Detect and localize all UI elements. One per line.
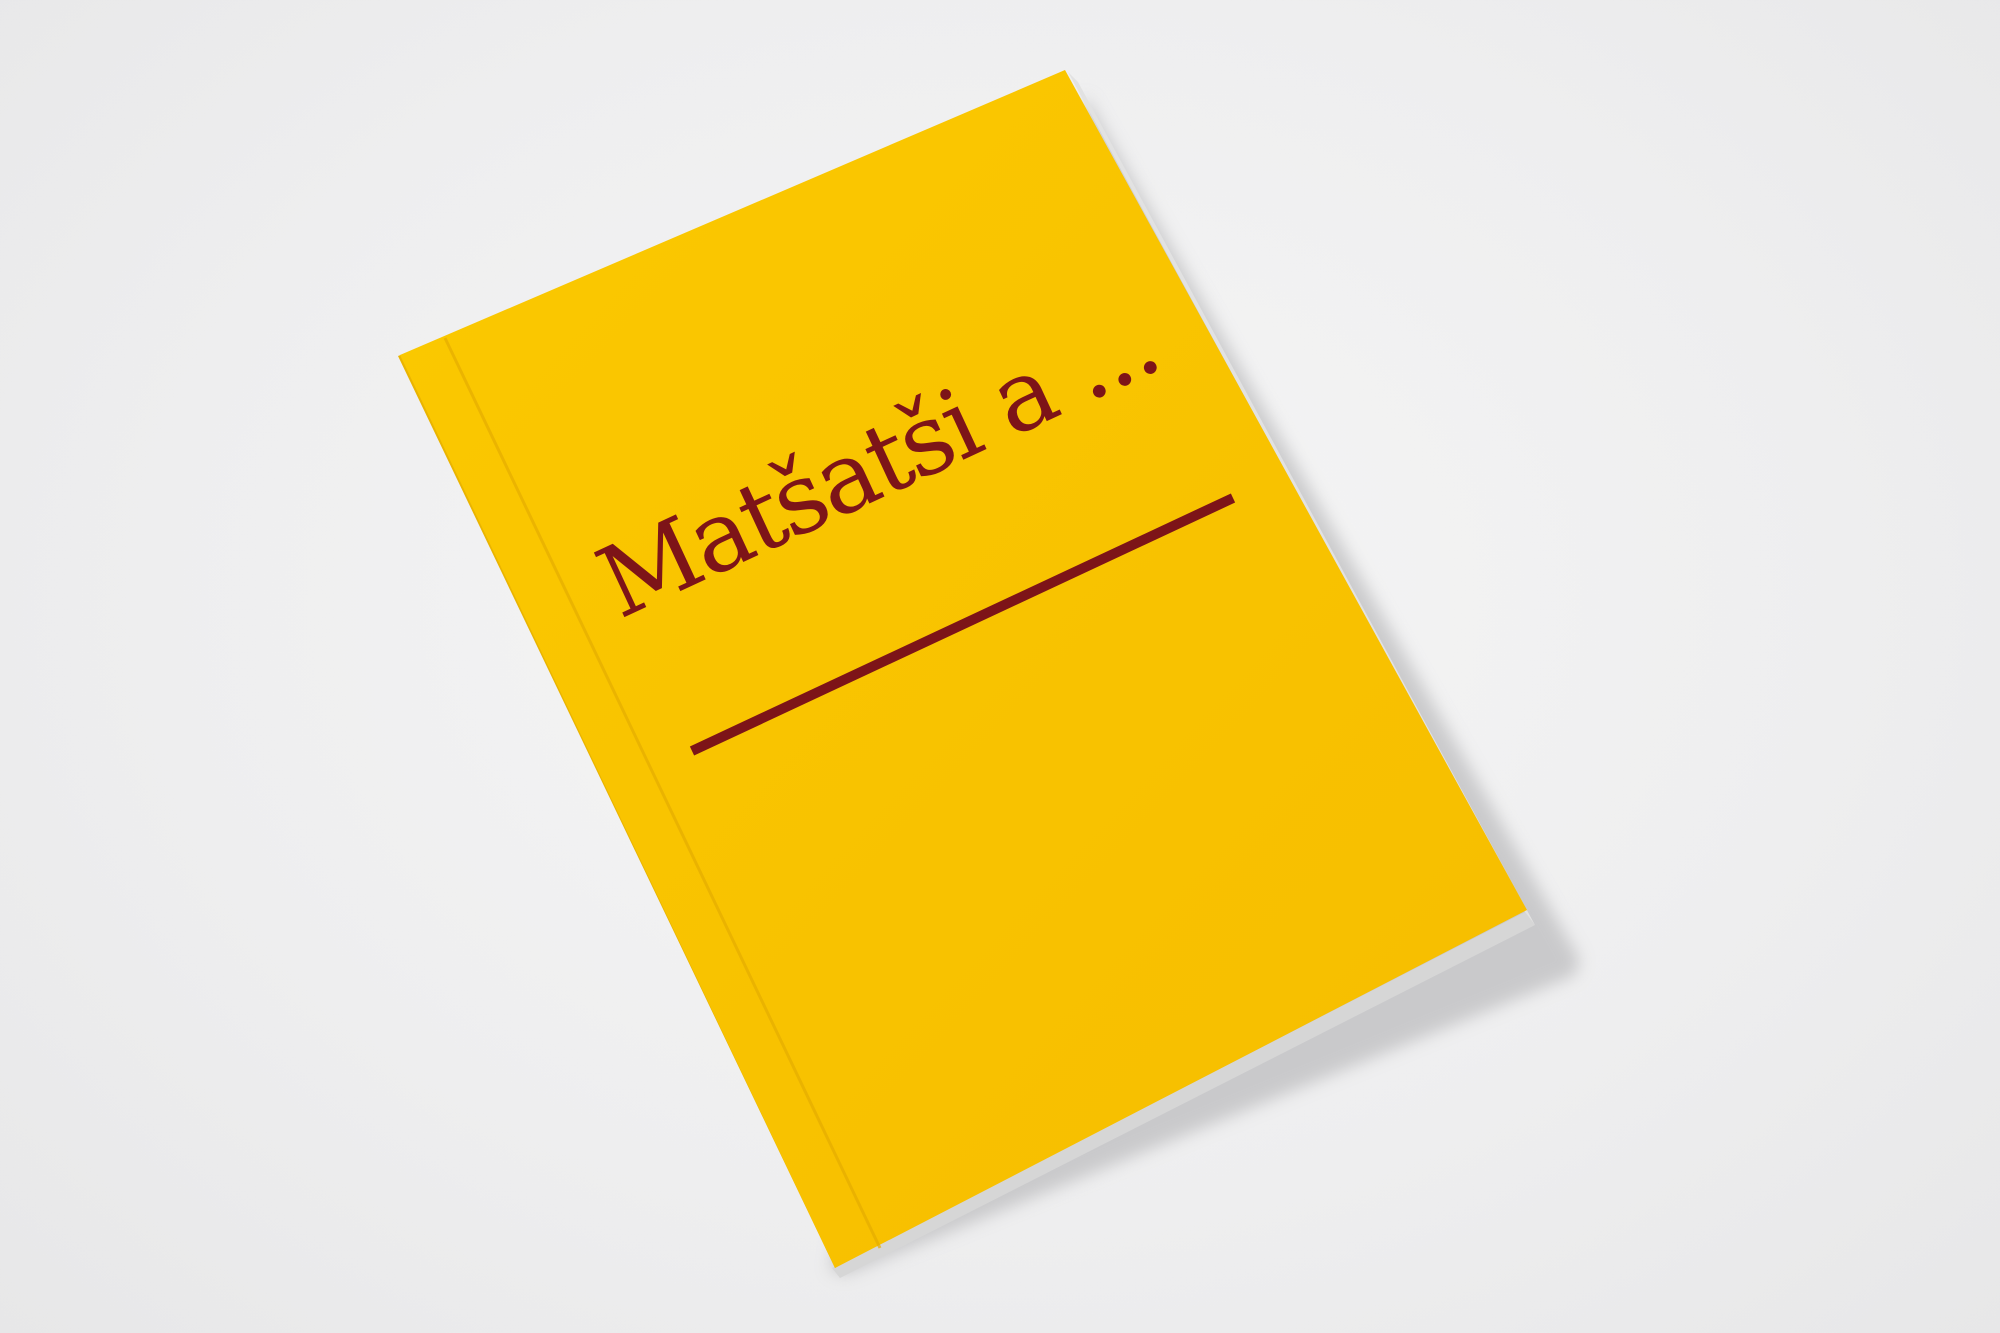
product-photo: Matšatši a ... xyxy=(0,0,2000,1333)
book-cover xyxy=(400,70,1527,1268)
book-photo-svg xyxy=(398,70,1580,1278)
